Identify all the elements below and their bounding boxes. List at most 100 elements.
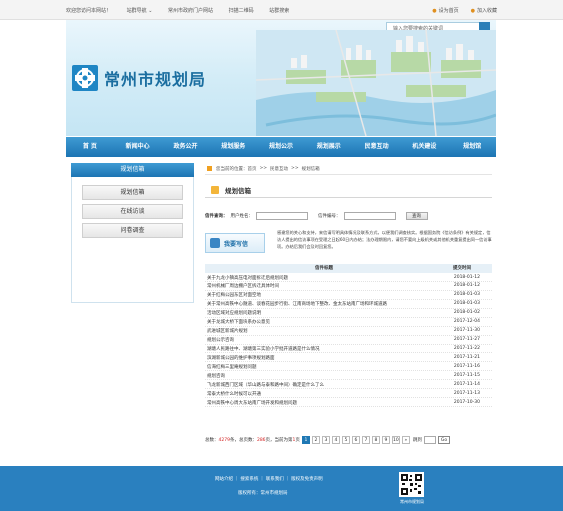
breadcrumb-home[interactable]: 首页 [248, 166, 257, 172]
col-date-header: 提交时间 [453, 266, 471, 271]
letter-title-link[interactable]: 关于常州高铁中心隧道、谈春花园步行街、江南商场地下整改、金太东站南广场和环城道路 [207, 301, 387, 307]
page-button[interactable]: 9 [381, 436, 390, 444]
letter-title-link[interactable]: 关于九龙小镇高压电对面拆迁后规划问题 [207, 275, 288, 281]
nav-news[interactable]: 新闻中心 [114, 137, 162, 157]
pen-icon [210, 238, 220, 248]
qr-label: 常州市规划局 [400, 499, 424, 504]
letter-title-link[interactable]: 关于红梅公园东区对面空地 [207, 292, 261, 298]
nav-organ-building[interactable]: 机关建设 [400, 137, 448, 157]
letter-date: 2017-11-27 [453, 337, 480, 343]
letter-query-form: 信件查询： 用户姓名： 信件编号： 查询 [205, 211, 492, 221]
letter-date: 2017-11-22 [453, 346, 480, 351]
sidebar-item-survey[interactable]: 问卷调查 [82, 223, 183, 238]
page-button[interactable]: 6 [351, 436, 360, 444]
next-page-button[interactable]: » [401, 436, 410, 444]
nav-interaction[interactable]: 民意互动 [353, 137, 401, 157]
page-button[interactable]: 10 [391, 436, 400, 444]
letter-list: 关于九龙小镇高压电对面拆迁后规划问题 2018-01-12 常州机械厂周边棚户区拆迁… [205, 273, 492, 408]
table-row[interactable]: 规划咨询 2017-11-15 [205, 371, 492, 381]
letter-title-link[interactable]: 滨湖新城公园的维护事项规划路面 [207, 355, 275, 361]
col-title-header: 信件标题 [315, 266, 333, 271]
home-icon [207, 166, 212, 171]
breadcrumb: 您当前的位置： 首页 >> 民意互动 >> 规划信箱 [205, 163, 492, 175]
page-title: 规划信箱 [225, 187, 251, 195]
page-button[interactable]: 2 [311, 436, 320, 444]
table-row[interactable]: 滨湖新城公园的维护事项规划路面 2017-11-21 [205, 353, 492, 363]
page-button[interactable]: 3 [321, 436, 330, 444]
letter-date: 2018-01-03 [453, 301, 480, 307]
page-button[interactable]: 1 [301, 436, 310, 444]
table-row[interactable]: 常州机械厂周边棚户区拆迁具体时间 2018-01-12 [205, 282, 492, 291]
jump-page-input[interactable] [423, 436, 436, 444]
table-row[interactable]: 关于红梅公园东区对面空地 2018-01-03 [205, 291, 492, 300]
breadcrumb-prefix: 您当前的位置： [216, 166, 248, 172]
letter-date: 2017-11-14 [453, 381, 480, 387]
letter-title-link[interactable]: 关于龙城大桥下面块系办公意见 [207, 319, 270, 325]
letter-title-link[interactable]: 规划公示咨询 [207, 337, 234, 343]
page-button[interactable]: 4 [331, 436, 340, 444]
nav-planning-hall[interactable]: 规划馆 [448, 137, 496, 157]
letter-date: 2017-12-04 [453, 319, 480, 325]
go-button[interactable]: Go [437, 436, 451, 444]
letter-number-input[interactable] [343, 212, 396, 220]
page-button[interactable]: 8 [371, 436, 380, 444]
footer: 网站介绍 ｜ 搜索系统 ｜ 联系我们 ｜ 版权及免责声明 版权所有：常州市规划局 [0, 466, 563, 511]
letter-title-link[interactable]: 武进城区新城片规划 [207, 328, 248, 334]
letter-title-link[interactable]: 规划咨询 [207, 373, 225, 379]
table-row[interactable]: 关于九龙小镇高压电对面拆迁后规划问题 2018-01-12 [205, 273, 492, 282]
letter-date: 2018-01-02 [453, 310, 480, 316]
table-row[interactable]: 活动区域对应规划问题说明 2018-01-02 [205, 309, 492, 318]
write-letter-button[interactable]: 我要写信 [205, 233, 265, 253]
letter-title-link[interactable]: 常州机械厂周边棚户区拆迁具体时间 [207, 283, 279, 289]
letter-date: 2017-11-13 [453, 390, 480, 396]
pages-unit: 页，当前为第 [265, 438, 293, 443]
nav-planning-notice[interactable]: 规划公示 [257, 137, 305, 157]
set-home-link[interactable]: ● 设为首页 [432, 7, 458, 14]
letter-title-link[interactable]: 活动区域对应规划问题说明 [207, 310, 261, 316]
letter-title-link[interactable]: 常泰大桥什么时候可以开通 [207, 391, 261, 397]
site-group-search-link[interactable]: 站群搜索 [269, 8, 289, 14]
user-name-input[interactable] [256, 212, 308, 220]
city-aerial-image [256, 30, 496, 136]
table-row[interactable]: 信海红梅三里庵规划问题 2017-11-16 [205, 362, 492, 372]
table-row[interactable]: 常泰大桥什么时候可以开通 2017-11-13 [205, 389, 492, 399]
jump-label: 跳到 [412, 438, 422, 443]
table-row[interactable]: 关于常州高铁中心隧道、谈春花园步行街、江南商场地下整改、金太东站南广场和环城道路… [205, 300, 492, 309]
letter-date: 2017-11-30 [453, 328, 480, 334]
nav-planning-service[interactable]: 规划服务 [209, 137, 257, 157]
main-nav: 首 页 新闻中心 政务公开 规划服务 规划公示 规划展示 民意互动 机关建设 规… [66, 137, 496, 157]
letter-title-link[interactable]: 常州高铁中心周大东站南广场开发和规划问题 [207, 400, 297, 406]
gov-portal-link[interactable]: 常州市政府门户网站 [168, 8, 213, 14]
letter-date: 2018-01-12 [453, 283, 480, 289]
query-button[interactable]: 查询 [405, 212, 428, 220]
table-row[interactable]: 规划公示咨询 2017-11-27 [205, 336, 492, 345]
sidebar-item-mailbox[interactable]: 规划信箱 [82, 185, 183, 200]
letter-title-link[interactable]: 湖塘人民路往中、湖塘第三实验小学批开道路是什么情况 [207, 346, 320, 352]
letter-title-link[interactable]: 飞龙新城西门区域（华山路与泰和路中间）确定是什么了么 [207, 382, 324, 388]
write-letter-label: 我要写信 [224, 240, 249, 248]
nav-gov-affairs[interactable]: 政务公开 [162, 137, 210, 157]
table-row[interactable]: 常州高铁中心周大东站南广场开发和规划问题 2017-10-30 [205, 398, 492, 408]
welcome-text: 欢迎您访问本网站！ [66, 7, 112, 14]
query-label: 信件查询： [205, 214, 228, 219]
nav-home[interactable]: 首 页 [66, 137, 114, 157]
table-row[interactable]: 武进城区新城片规划 2017-11-30 [205, 327, 492, 336]
nav-planning-display[interactable]: 规划展示 [305, 137, 353, 157]
table-row[interactable]: 湖塘人民路往中、湖塘第三实验小学批开道路是什么情况 2017-11-22 [205, 345, 492, 354]
sidebar-title: 规划信箱 [71, 163, 194, 177]
page-button[interactable]: 7 [361, 436, 370, 444]
site-title: 常州市规划局 [104, 70, 207, 89]
site-group-nav-link[interactable]: 站群导航 ⌄ [127, 8, 153, 14]
sidebar-item-online-interview[interactable]: 在线访谈 [82, 204, 183, 219]
letter-title-link[interactable]: 信海红梅三里庵规划问题 [207, 364, 257, 370]
add-favorite-link[interactable]: ● 加入收藏 [471, 7, 497, 14]
breadcrumb-interaction[interactable]: 民意互动 [270, 166, 288, 172]
scan-qr-link[interactable]: 扫描二维码 [229, 8, 254, 14]
table-row[interactable]: 关于龙城大桥下面块系办公意见 2017-12-04 [205, 318, 492, 327]
letter-date: 2018-01-12 [453, 274, 480, 280]
footer-links[interactable]: 网站介绍 ｜ 搜索系统 ｜ 联系我们 ｜ 版权及免责声明 [215, 476, 323, 482]
table-row[interactable]: 飞龙新城西门区域（华山路与泰和路中间）确定是什么了么 2017-11-14 [205, 380, 492, 390]
total-pages: 286 [256, 437, 266, 443]
page-button[interactable]: 5 [341, 436, 350, 444]
breadcrumb-separator: >> [291, 166, 299, 171]
